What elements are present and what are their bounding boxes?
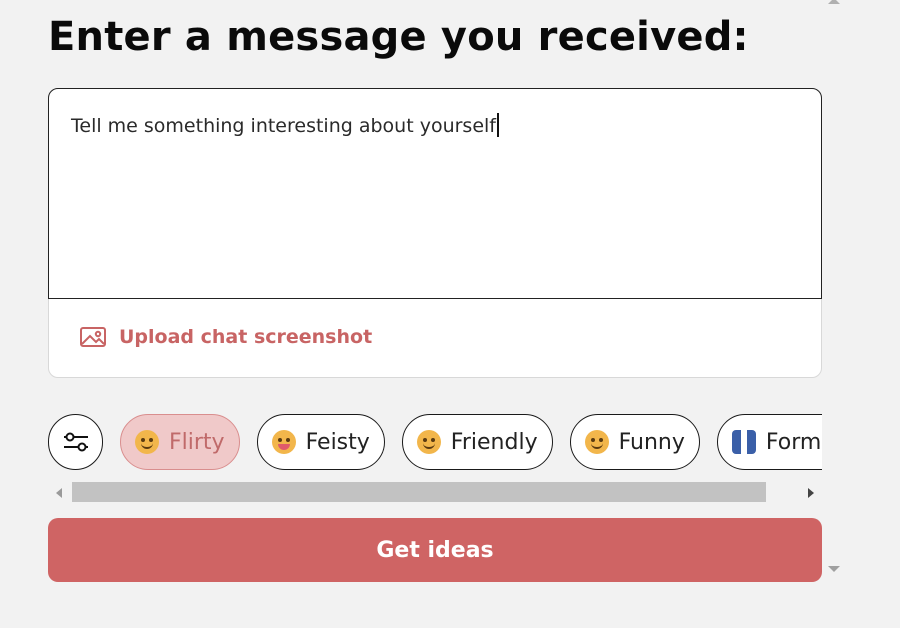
tongue-wink-emoji-icon	[271, 430, 296, 454]
message-card: Tell me something interesting about your…	[48, 88, 822, 378]
page-scroll-up-arrow[interactable]	[828, 0, 840, 4]
chip-row-scrollbar[interactable]	[48, 482, 822, 504]
get-ideas-button[interactable]: Get ideas	[48, 518, 822, 582]
tone-label: Forma	[765, 429, 822, 455]
scroll-left-arrow[interactable]	[56, 488, 62, 498]
page-title: Enter a message you received:	[48, 14, 749, 60]
message-input[interactable]: Tell me something interesting about your…	[48, 88, 822, 299]
tone-chip-funny[interactable]: Funny	[569, 414, 700, 470]
filter-button[interactable]	[48, 414, 103, 470]
text-caret	[497, 113, 499, 137]
upload-screenshot-button[interactable]: Upload chat screenshot	[79, 325, 372, 349]
tone-chip-row: Flirty Feisty Friendly Funny Forma	[48, 413, 822, 471]
scrollbar-thumb[interactable]	[72, 482, 766, 502]
tone-label: Friendly	[450, 429, 538, 455]
suit-emoji-icon	[731, 430, 756, 454]
tone-label: Flirty	[169, 429, 225, 455]
smile-emoji-icon	[416, 430, 441, 454]
message-text: Tell me something interesting about your…	[71, 115, 496, 137]
sliders-icon	[63, 432, 88, 452]
image-icon	[80, 327, 106, 347]
tone-chip-feisty[interactable]: Feisty	[256, 414, 385, 470]
laugh-emoji-icon	[584, 430, 609, 454]
tone-chip-flirty[interactable]: Flirty	[120, 414, 240, 470]
scroll-right-arrow[interactable]	[808, 488, 814, 498]
page-scroll-down-arrow[interactable]	[828, 566, 840, 572]
tone-chip-formal[interactable]: Forma	[716, 414, 822, 470]
smirk-emoji-icon	[135, 430, 159, 454]
upload-label: Upload chat screenshot	[119, 326, 373, 348]
tone-label: Feisty	[305, 429, 370, 455]
tone-label: Funny	[618, 429, 685, 455]
tone-chip-friendly[interactable]: Friendly	[401, 414, 553, 470]
